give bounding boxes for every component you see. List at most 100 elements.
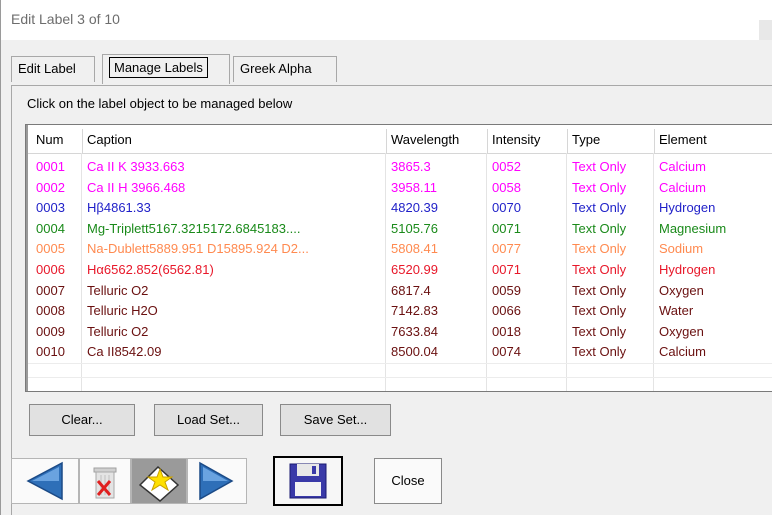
cell-caption: Telluric O2	[87, 282, 149, 298]
cell-caption: Ca II H 3966.468	[87, 179, 186, 195]
col-type-header[interactable]: Type	[568, 129, 655, 153]
arrow-right-icon	[199, 461, 234, 501]
close-button[interactable]: Close	[374, 458, 442, 504]
table-row[interactable]: 0009 Telluric O2 7633.84 0018 Text Only Oxyge…	[28, 322, 772, 342]
cell-num: 0007	[36, 282, 65, 298]
tab-greek-alpha[interactable]: Greek Alpha	[233, 56, 337, 82]
table-row[interactable]: 0010 Ca II8542.09 8500.04 0074 Text Only Calc…	[28, 342, 772, 362]
table-row[interactable]: 0008 Telluric H2O 7142.83 0066 Text Only Wate…	[28, 301, 772, 321]
cell-type: Text Only	[572, 344, 627, 360]
cell-caption: Na-Dublett5889.951 D15895.924 D2...	[87, 241, 309, 257]
col-intensity-header[interactable]: Intensity	[488, 129, 568, 153]
cell-caption: Telluric H2O	[87, 303, 158, 319]
clear-button[interactable]: Clear...	[29, 404, 135, 436]
list-header: Num Caption Wavelength Intensity Type El…	[28, 125, 772, 154]
cell-intensity: 0066	[492, 303, 521, 319]
cell-type: Text Only	[572, 262, 627, 277]
cell-wavelength: 4820.39	[391, 200, 438, 216]
cell-num: 0003	[36, 200, 65, 216]
close-window-icon[interactable]	[759, 20, 772, 40]
table-row[interactable]: 0003 Hβ4861.33 4820.39 0070 Text Only Hydroge…	[28, 198, 772, 218]
cell-num: 0009	[36, 323, 65, 339]
save-set-button[interactable]: Save Set...	[280, 404, 391, 436]
cell-caption: Hα6562.852(6562.81)	[87, 262, 214, 277]
cell-wavelength: 3958.11	[391, 179, 438, 195]
cell-element: Water	[659, 303, 694, 319]
load-set-button[interactable]: Load Set...	[154, 404, 263, 436]
table-row[interactable]: 0004 Mg-Triplett5167.3215172.6845183.... 5…	[28, 219, 772, 239]
new-label-button[interactable]	[131, 458, 187, 504]
table-row[interactable]: 0002 Ca II H 3966.468 3958.11 0058 Text Only…	[28, 178, 772, 198]
cell-num: 0010	[36, 344, 65, 360]
cell-element: Calcium	[659, 179, 706, 195]
labels-list[interactable]: Num Caption Wavelength Intensity Type El…	[25, 124, 772, 392]
col-num-header[interactable]: Num	[28, 129, 83, 153]
cell-type: Text Only	[572, 220, 627, 236]
cell-intensity: 0070	[492, 200, 521, 216]
table-row[interactable]: 0007 Telluric O2 6817.4 0059 Text Only Oxygen	[28, 281, 772, 301]
previous-label-button[interactable]	[11, 458, 79, 504]
cell-caption: Mg-Triplett5167.3215172.6845183....	[87, 220, 301, 236]
tab-manage-labels-text: Manage Labels	[109, 57, 208, 78]
cell-caption: Telluric O2	[87, 323, 149, 339]
cell-element: Magnesium	[659, 220, 727, 236]
cell-type: Text Only	[572, 200, 627, 216]
cell-intensity: 0058	[492, 179, 521, 195]
cell-num: 0005	[36, 241, 65, 257]
table-row[interactable]: 0005 Na-Dublett5889.951 D15895.924 D2... 5…	[28, 239, 772, 259]
delete-label-button[interactable]	[79, 458, 131, 504]
cell-wavelength: 3865.3	[391, 159, 431, 174]
table-row[interactable]: 0001 Ca II K 3933.663 3865.3 0052 Text Only C…	[28, 157, 772, 177]
cell-num: 0002	[36, 179, 65, 195]
cell-element: Calcium	[659, 344, 706, 360]
cell-intensity: 0071	[492, 220, 521, 236]
cell-element: Oxygen	[659, 323, 704, 339]
cell-wavelength: 7142.83	[391, 303, 438, 319]
col-wavelength-header[interactable]: Wavelength	[387, 129, 488, 153]
cell-element: Oxygen	[659, 282, 704, 298]
next-label-button[interactable]	[187, 458, 247, 504]
cell-type: Text Only	[572, 159, 627, 174]
cell-wavelength: 6817.4	[391, 282, 431, 298]
col-caption-header[interactable]: Caption	[83, 129, 387, 153]
row-divider	[28, 363, 772, 364]
cell-type: Text Only	[572, 323, 627, 339]
table-row[interactable]: 0006 Hα6562.852(6562.81) 6520.99 0071 Text O…	[28, 260, 772, 280]
cell-caption: Ca II8542.09	[87, 344, 162, 360]
cell-element: Sodium	[659, 241, 704, 257]
tab-greek-alpha-text: Greek Alpha	[240, 61, 312, 76]
tab-manage-labels[interactable]: Manage Labels	[102, 54, 230, 84]
floppy-disk-icon	[289, 463, 327, 499]
arrow-left-icon	[26, 461, 63, 501]
col-element-header[interactable]: Element	[655, 129, 772, 153]
cell-type: Text Only	[572, 241, 627, 257]
cell-wavelength: 6520.99	[391, 262, 438, 277]
cell-num: 0006	[36, 262, 65, 277]
cell-intensity: 0018	[492, 323, 521, 339]
cell-intensity: 0071	[492, 262, 521, 277]
tab-edit-label[interactable]: Edit Label	[11, 56, 95, 82]
cell-element: Hydrogen	[659, 262, 716, 277]
cell-intensity: 0052	[492, 159, 521, 174]
cell-caption: Ca II K 3933.663	[87, 159, 185, 174]
cell-num: 0004	[36, 220, 65, 236]
trash-icon	[93, 467, 117, 499]
title-bar: Edit Label 3 of 10	[1, 0, 772, 40]
cell-wavelength: 8500.04	[391, 344, 438, 360]
cell-type: Text Only	[572, 303, 627, 319]
save-labels-button[interactable]	[273, 456, 343, 506]
cell-element: Hydrogen	[659, 200, 716, 216]
cell-intensity: 0074	[492, 344, 521, 360]
cell-num: 0001	[36, 159, 65, 174]
edit-label-window: Edit Label 3 of 10 Edit Label Manage Lab…	[0, 0, 772, 515]
cell-element: Calcium	[659, 159, 706, 174]
cell-intensity: 0077	[492, 241, 521, 257]
window-title: Edit Label 3 of 10	[11, 11, 120, 27]
cell-caption: Hβ4861.33	[87, 200, 151, 216]
cell-intensity: 0059	[492, 282, 521, 298]
row-divider	[28, 377, 772, 378]
cell-wavelength: 5808.41	[391, 241, 438, 257]
instruction-text: Click on the label object to be managed …	[27, 96, 293, 111]
cell-type: Text Only	[572, 282, 627, 298]
cell-num: 0008	[36, 303, 65, 319]
